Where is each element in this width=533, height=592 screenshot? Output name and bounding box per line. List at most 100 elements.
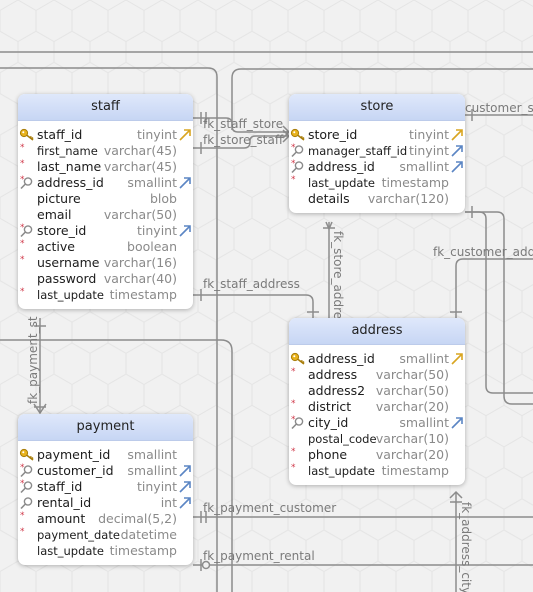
column-row[interactable]: * last_update timestamp [18,287,193,303]
column-name: last_update [37,544,105,558]
column-type: boolean [127,239,177,254]
required-marker-icon: * [291,175,296,185]
column-name: phone [308,447,348,462]
table-title[interactable]: payment [18,414,193,441]
table-title[interactable]: address [289,318,465,345]
column-row[interactable]: rental_id int [18,495,193,511]
table-store[interactable]: store store_id tinyint * manager_staff_id ti… [289,94,465,213]
column-row[interactable]: * address varchar(50) [289,367,465,383]
column-type: tinyint [137,479,177,494]
column-row[interactable]: postal_code varchar(10) [289,431,465,447]
column-row[interactable]: * district varchar(20) [289,399,465,415]
required-marker-icon: * [291,399,296,409]
column-row[interactable]: staff_id tinyint [18,127,193,143]
column-name: manager_staff_id [308,144,408,158]
rel-label-payment-rental: fk_payment_rental [203,549,315,563]
column-type: varchar(120) [367,191,449,206]
column-type: timestamp [109,287,177,302]
column-row[interactable]: * store_id tinyint [18,223,193,239]
column-row[interactable]: * first_name varchar(45) [18,143,193,159]
column-row[interactable]: payment_id smallint [18,447,193,463]
column-row[interactable]: last_update timestamp [18,543,193,559]
column-row[interactable]: picture blob [18,191,193,207]
reference-arrow-icon[interactable] [178,176,192,190]
required-marker-icon: * [20,255,25,265]
reference-arrow-icon[interactable] [178,480,192,494]
rel-label-payment-customer: fk_payment_customer [203,501,336,515]
table-staff[interactable]: staff staff_id tinyint * first_name varchar(… [18,94,193,309]
column-type: varchar(45) [103,159,177,174]
reference-arrow-icon[interactable] [178,224,192,238]
column-name: last_update [37,288,105,302]
table-title[interactable]: staff [18,94,193,121]
table-payment[interactable]: payment payment_id smallint * customer_id sm… [18,414,193,565]
column-name: active [37,239,75,254]
reference-arrow-icon[interactable] [178,496,192,510]
column-name: first_name [37,144,98,158]
column-type: tinyint [137,127,177,142]
required-marker-icon: * [20,527,25,537]
reference-arrow-icon[interactable] [450,160,464,174]
column-name: address_id [37,175,104,190]
rel-label-customer-store: customer_st [465,101,533,115]
column-row[interactable]: * customer_id smallint [18,463,193,479]
column-type: datetime [120,527,177,542]
column-row[interactable]: * address_id smallint [18,175,193,191]
column-name: rental_id [37,495,92,510]
column-row[interactable]: * username varchar(16) [18,255,193,271]
required-marker-icon: * [291,447,296,457]
column-name: address_id [308,159,375,174]
table-address[interactable]: address address_id smallint * address varcha… [289,318,465,485]
column-name: store_id [308,127,358,142]
column-row[interactable]: * last_update timestamp [289,175,465,191]
column-type: varchar(16) [103,255,177,270]
column-name: address [308,367,358,382]
referenced-by-icon[interactable] [450,128,464,142]
rel-label-staff-address: fk_staff_address [203,277,300,291]
column-type: decimal(5,2) [98,511,177,526]
column-type: blob [150,191,177,206]
column-type: smallint [127,175,177,190]
column-row[interactable]: * staff_id tinyint [18,479,193,495]
column-type: timestamp [381,175,449,190]
required-marker-icon: * [20,143,25,153]
table-title[interactable]: store [289,94,465,121]
column-name: picture [37,191,81,206]
column-row[interactable]: * active boolean [18,239,193,255]
column-row[interactable]: address_id smallint [289,351,465,367]
column-row[interactable]: * last_update timestamp [289,463,465,479]
column-row[interactable]: store_id tinyint [289,127,465,143]
required-marker-icon: * [291,463,296,473]
rel-label-staff-store: fk_staff_store [203,117,283,131]
column-row[interactable]: * amount decimal(5,2) [18,511,193,527]
column-name: payment_id [37,447,111,462]
reference-arrow-icon[interactable] [450,144,464,158]
column-row[interactable]: * phone varchar(20) [289,447,465,463]
reference-arrow-icon[interactable] [450,416,464,430]
column-row[interactable]: email varchar(50) [18,207,193,223]
rel-label-address-city: fk_address_city [459,502,473,592]
column-name: address_id [308,351,375,366]
column-row[interactable]: * manager_staff_id tinyint [289,143,465,159]
column-row[interactable]: * address_id smallint [289,159,465,175]
column-name: details [308,191,350,206]
column-row[interactable]: * city_id smallint [289,415,465,431]
required-marker-icon: * [20,463,25,473]
rel-label-store-staff: fk_store_staff [203,133,284,147]
column-row[interactable]: password varchar(40) [18,271,193,287]
column-row[interactable]: * last_name varchar(45) [18,159,193,175]
referenced-by-icon[interactable] [450,352,464,366]
column-name: city_id [308,415,349,430]
referenced-by-icon[interactable] [178,128,192,142]
column-row[interactable]: details varchar(120) [289,191,465,207]
column-type: varchar(20) [375,447,449,462]
column-type: smallint [399,159,449,174]
column-row[interactable]: address2 varchar(50) [289,383,465,399]
reference-arrow-icon[interactable] [178,464,192,478]
column-name: username [37,255,100,270]
rel-label-payment-staff: fk_payment_st [26,316,40,404]
column-type: timestamp [381,463,449,478]
column-row[interactable]: * payment_date datetime [18,527,193,543]
required-marker-icon: * [291,367,296,377]
required-marker-icon: * [20,479,25,489]
